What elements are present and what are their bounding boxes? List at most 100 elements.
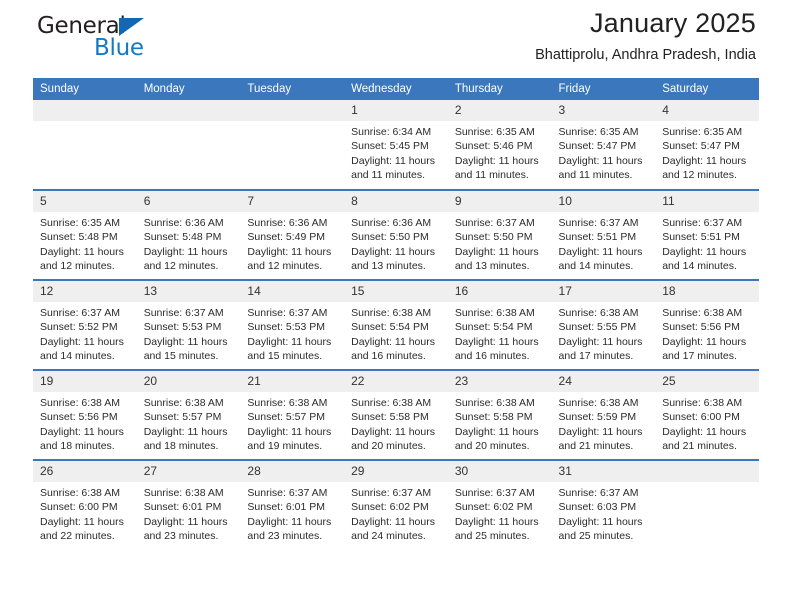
calendar-day-cell[interactable]: 8 Sunrise: 6:36 AM Sunset: 5:50 PM Daylight…	[344, 189, 448, 280]
sunset-text: Sunset: 5:57 PM	[143, 411, 222, 424]
day-details: Sunrise: 6:34 AM Sunset: 5:45 PM Daylight:…	[344, 121, 448, 182]
daylight-text: Daylight: 11 hours and 25 minutes.	[558, 515, 643, 542]
calendar-day-cell[interactable]: 13 Sunrise: 6:37 AM Sunset: 5:53 PM Dayligh…	[136, 279, 241, 370]
day-number: 27	[136, 461, 241, 482]
daylight-text: Daylight: 11 hours and 23 minutes.	[247, 515, 332, 542]
weekday-header-tuesday: Tuesday	[240, 78, 345, 100]
sunrise-text: Sunrise: 6:38 AM	[351, 307, 432, 319]
sunrise-text: Sunrise: 6:37 AM	[454, 487, 535, 499]
weekday-header-saturday: Saturday	[655, 78, 759, 100]
day-details: Sunrise: 6:38 AM Sunset: 5:56 PM Daylight:…	[33, 392, 137, 453]
sunrise-text: Sunrise: 6:36 AM	[143, 217, 224, 229]
logo-text-blue: Blue	[94, 35, 144, 61]
calendar-day-cell[interactable]: 10 Sunrise: 6:37 AM Sunset: 5:51 PM Dayligh…	[551, 189, 656, 280]
sunrise-text: Sunrise: 6:37 AM	[247, 307, 328, 319]
sunrise-text: Sunrise: 6:37 AM	[247, 487, 328, 499]
daylight-text: Daylight: 11 hours and 13 minutes.	[454, 245, 539, 272]
daylight-text: Daylight: 11 hours and 25 minutes.	[454, 515, 539, 542]
day-details	[240, 121, 344, 135]
sunrise-text: Sunrise: 6:37 AM	[454, 217, 535, 229]
calendar-day-cell[interactable]: 4 Sunrise: 6:35 AM Sunset: 5:47 PM Daylight…	[655, 100, 759, 190]
calendar-day-cell[interactable]: 15 Sunrise: 6:38 AM Sunset: 5:54 PM Dayligh…	[344, 279, 448, 370]
calendar-day-cell[interactable]: 14 Sunrise: 6:37 AM Sunset: 5:53 PM Dayligh…	[240, 279, 345, 370]
sunset-text: Sunset: 5:53 PM	[143, 321, 222, 334]
day-number: 11	[655, 191, 759, 212]
calendar-day-cell[interactable]: 9 Sunrise: 6:37 AM Sunset: 5:50 PM Daylight…	[447, 189, 552, 280]
sunrise-text: Sunrise: 6:38 AM	[247, 397, 328, 409]
day-details: Sunrise: 6:36 AM Sunset: 5:49 PM Daylight:…	[240, 212, 344, 273]
day-number: 15	[344, 281, 448, 302]
calendar-day-cell[interactable]: 18 Sunrise: 6:38 AM Sunset: 5:56 PM Dayligh…	[655, 279, 759, 370]
calendar-day-cell[interactable]: 27 Sunrise: 6:38 AM Sunset: 6:01 PM Dayligh…	[136, 459, 241, 550]
sunset-text: Sunset: 5:48 PM	[143, 231, 222, 244]
day-number: 26	[33, 461, 137, 482]
calendar-day-cell[interactable]: 24 Sunrise: 6:38 AM Sunset: 5:59 PM Dayligh…	[551, 369, 656, 460]
sunset-text: Sunset: 5:54 PM	[454, 321, 533, 334]
calendar-day-cell[interactable]: 7 Sunrise: 6:36 AM Sunset: 5:49 PM Daylight…	[240, 189, 345, 280]
day-details: Sunrise: 6:35 AM Sunset: 5:47 PM Daylight:…	[655, 121, 759, 182]
calendar-week-row: 12 Sunrise: 6:37 AM Sunset: 5:52 PM Dayligh…	[33, 279, 759, 370]
day-details: Sunrise: 6:37 AM Sunset: 5:53 PM Daylight:…	[137, 302, 241, 363]
daylight-text: Daylight: 11 hours and 20 minutes.	[454, 425, 539, 452]
calendar-day-cell[interactable]: 5 Sunrise: 6:35 AM Sunset: 5:48 PM Daylight…	[33, 189, 137, 280]
sunrise-text: Sunrise: 6:35 AM	[454, 126, 535, 138]
daylight-text: Daylight: 11 hours and 11 minutes.	[454, 154, 539, 181]
calendar-day-cell[interactable]: 12 Sunrise: 6:37 AM Sunset: 5:52 PM Dayligh…	[33, 279, 137, 370]
day-details: Sunrise: 6:38 AM Sunset: 6:00 PM Daylight:…	[655, 392, 759, 453]
sunrise-text: Sunrise: 6:36 AM	[247, 217, 328, 229]
sunrise-text: Sunrise: 6:38 AM	[40, 397, 120, 409]
calendar-day-cell[interactable]: 22 Sunrise: 6:38 AM Sunset: 5:58 PM Dayligh…	[344, 369, 448, 460]
calendar-day-cell[interactable]: 1 Sunrise: 6:34 AM Sunset: 5:45 PM Daylight…	[344, 100, 448, 190]
calendar-day-cell[interactable]: 16 Sunrise: 6:38 AM Sunset: 5:54 PM Dayligh…	[447, 279, 552, 370]
sunrise-text: Sunrise: 6:37 AM	[558, 217, 639, 229]
sunset-text: Sunset: 6:00 PM	[40, 501, 118, 514]
calendar-day-cell[interactable]: 20 Sunrise: 6:38 AM Sunset: 5:57 PM Dayligh…	[136, 369, 241, 460]
day-details: Sunrise: 6:38 AM Sunset: 5:55 PM Daylight:…	[552, 302, 656, 363]
calendar-day-cell[interactable]: 21 Sunrise: 6:38 AM Sunset: 5:57 PM Dayligh…	[240, 369, 345, 460]
sunrise-text: Sunrise: 6:38 AM	[558, 307, 639, 319]
daylight-text: Daylight: 11 hours and 21 minutes.	[662, 425, 747, 452]
day-number: 19	[33, 371, 137, 392]
day-number: 13	[136, 281, 241, 302]
sunset-text: Sunset: 6:03 PM	[558, 501, 637, 514]
day-number: 9	[447, 191, 552, 212]
daylight-text: Daylight: 11 hours and 16 minutes.	[454, 335, 539, 362]
calendar-day-cell[interactable]: 25 Sunrise: 6:38 AM Sunset: 6:00 PM Dayligh…	[655, 369, 759, 460]
daylight-text: Daylight: 11 hours and 18 minutes.	[40, 425, 124, 452]
calendar-day-cell-empty	[240, 100, 345, 190]
general-blue-logo[interactable]: General Blue	[37, 13, 187, 63]
day-details: Sunrise: 6:38 AM Sunset: 5:59 PM Daylight:…	[552, 392, 656, 453]
day-details: Sunrise: 6:38 AM Sunset: 5:57 PM Daylight:…	[240, 392, 344, 453]
day-number	[655, 461, 759, 482]
calendar-day-cell[interactable]: 30 Sunrise: 6:37 AM Sunset: 6:02 PM Dayligh…	[447, 459, 552, 550]
sunrise-text: Sunrise: 6:38 AM	[351, 397, 432, 409]
daylight-text: Daylight: 11 hours and 12 minutes.	[662, 154, 747, 181]
calendar-day-cell[interactable]: 19 Sunrise: 6:38 AM Sunset: 5:56 PM Dayligh…	[33, 369, 137, 460]
calendar-day-cell[interactable]: 26 Sunrise: 6:38 AM Sunset: 6:00 PM Dayligh…	[33, 459, 137, 550]
daylight-text: Daylight: 11 hours and 15 minutes.	[143, 335, 228, 362]
day-details: Sunrise: 6:38 AM Sunset: 5:58 PM Daylight:…	[344, 392, 448, 453]
calendar-day-cell-empty	[655, 459, 759, 550]
calendar-day-cell[interactable]: 17 Sunrise: 6:38 AM Sunset: 5:55 PM Dayligh…	[551, 279, 656, 370]
calendar-day-cell[interactable]: 3 Sunrise: 6:35 AM Sunset: 5:47 PM Daylight…	[551, 100, 656, 190]
sunset-text: Sunset: 5:45 PM	[351, 140, 429, 153]
calendar-day-cell[interactable]: 31 Sunrise: 6:37 AM Sunset: 6:03 PM Dayligh…	[551, 459, 656, 550]
day-number: 25	[655, 371, 759, 392]
calendar-week-row: 1 Sunrise: 6:34 AM Sunset: 5:45 PM Daylight…	[33, 100, 759, 190]
daylight-text: Daylight: 11 hours and 18 minutes.	[143, 425, 228, 452]
calendar-day-cell[interactable]: 2 Sunrise: 6:35 AM Sunset: 5:46 PM Daylight…	[447, 100, 552, 190]
day-number: 12	[33, 281, 137, 302]
sunset-text: Sunset: 5:56 PM	[662, 321, 740, 334]
daylight-text: Daylight: 11 hours and 11 minutes.	[351, 154, 435, 181]
day-details: Sunrise: 6:38 AM Sunset: 5:56 PM Daylight:…	[655, 302, 759, 363]
day-number: 6	[136, 191, 241, 212]
sunrise-text: Sunrise: 6:37 AM	[143, 307, 224, 319]
day-details: Sunrise: 6:35 AM Sunset: 5:47 PM Daylight:…	[552, 121, 656, 182]
sunset-text: Sunset: 5:52 PM	[40, 321, 118, 334]
day-details	[33, 121, 137, 135]
calendar-day-cell[interactable]: 23 Sunrise: 6:38 AM Sunset: 5:58 PM Dayligh…	[447, 369, 552, 460]
calendar-day-cell[interactable]: 29 Sunrise: 6:37 AM Sunset: 6:02 PM Dayligh…	[344, 459, 448, 550]
calendar-day-cell[interactable]: 11 Sunrise: 6:37 AM Sunset: 5:51 PM Dayligh…	[655, 189, 759, 280]
calendar-day-cell[interactable]: 6 Sunrise: 6:36 AM Sunset: 5:48 PM Daylight…	[136, 189, 241, 280]
calendar-day-cell[interactable]: 28 Sunrise: 6:37 AM Sunset: 6:01 PM Dayligh…	[240, 459, 345, 550]
